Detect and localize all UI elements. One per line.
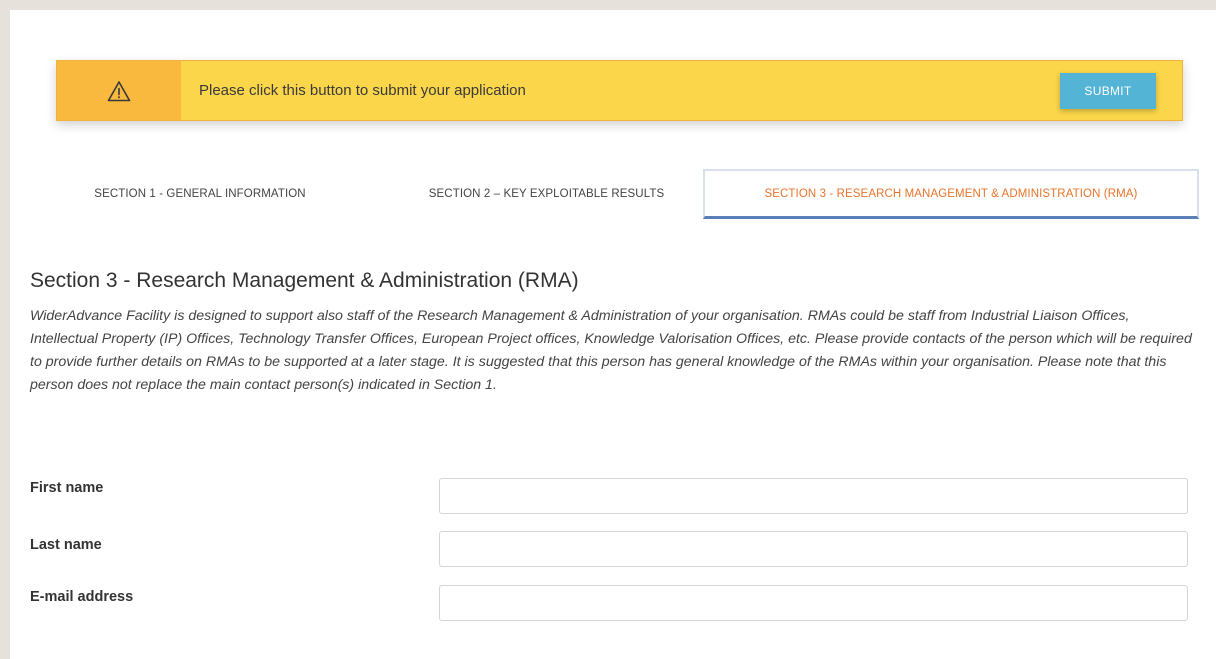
- submit-alert-banner: Please click this button to submit your …: [56, 60, 1183, 121]
- tab-section-1[interactable]: SECTION 1 - GENERAL INFORMATION: [10, 169, 390, 219]
- tab-section-3[interactable]: SECTION 3 - RESEARCH MANAGEMENT & ADMINI…: [703, 169, 1199, 219]
- tab-section-2[interactable]: SECTION 2 – KEY EXPLOITABLE RESULTS: [390, 169, 703, 219]
- section-title: Section 3 - Research Management & Admini…: [30, 269, 579, 292]
- last-name-row: Last name: [30, 531, 1188, 571]
- first-name-label: First name: [30, 480, 104, 496]
- alert-message: Please click this button to submit your …: [199, 82, 526, 99]
- last-name-input[interactable]: [439, 531, 1188, 567]
- warning-triangle-icon: [107, 80, 131, 101]
- section-tabs: SECTION 1 - GENERAL INFORMATION SECTION …: [10, 169, 1206, 219]
- page-content: Please click this button to submit your …: [10, 10, 1216, 659]
- last-name-label: Last name: [30, 537, 102, 553]
- email-input[interactable]: [439, 585, 1188, 621]
- section-description: WiderAdvance Facility is designed to sup…: [30, 308, 1192, 393]
- first-name-row: First name: [30, 478, 1188, 518]
- alert-icon-container: [57, 61, 181, 120]
- email-label: E-mail address: [30, 589, 134, 605]
- submit-button[interactable]: SUBMIT: [1060, 72, 1156, 109]
- first-name-input[interactable]: [439, 478, 1188, 514]
- email-row: E-mail address: [30, 585, 1188, 625]
